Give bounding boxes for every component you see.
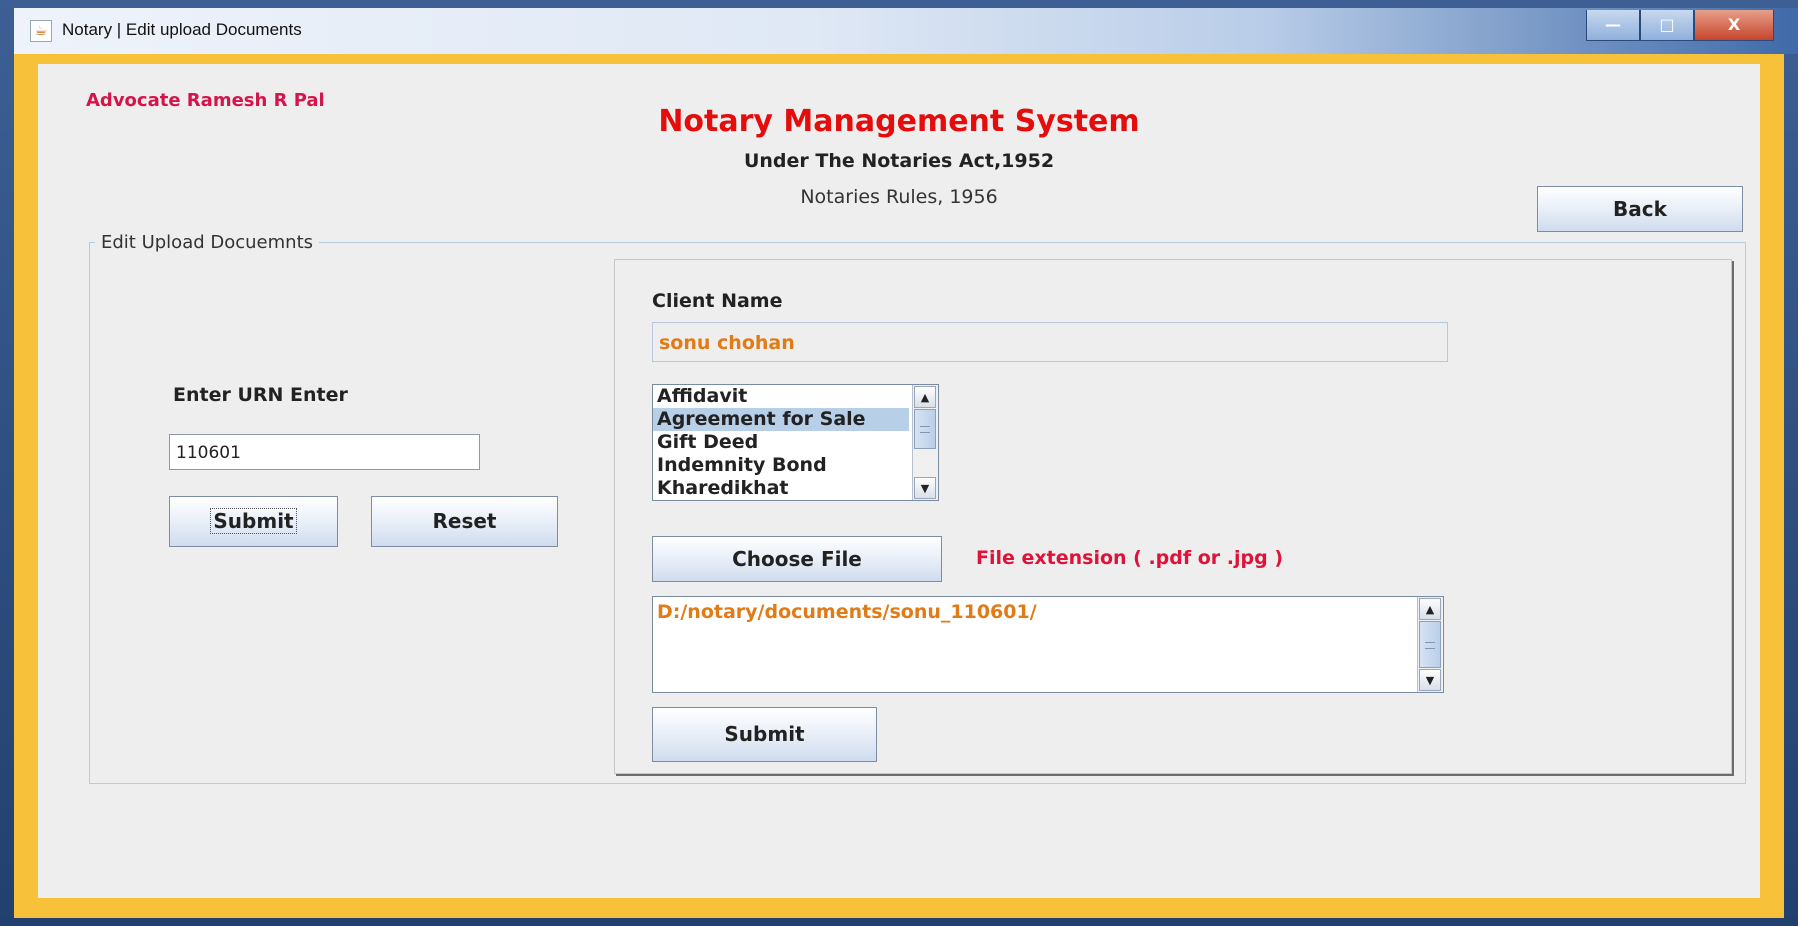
java-icon: ☕ (30, 20, 52, 42)
scroll-thumb[interactable] (1419, 621, 1441, 668)
title-bar[interactable]: ☕ Notary | Edit upload Documents — □ X (14, 8, 1798, 54)
window-controls: — □ X (1586, 10, 1774, 41)
document-type-list[interactable]: Affidavit Agreement for Sale Gift Deed I… (652, 384, 939, 501)
textarea-scrollbar[interactable]: ▲ ▼ (1417, 597, 1443, 692)
urn-submit-button[interactable]: Submit (169, 496, 338, 547)
file-path-text: D:/notary/documents/sonu_110601/ (657, 601, 1037, 623)
file-path-textarea[interactable]: D:/notary/documents/sonu_110601/ ▲ ▼ (652, 596, 1444, 693)
file-extension-note: File extension ( .pdf or .jpg ) (976, 547, 1284, 569)
list-item[interactable]: Affidavit (653, 385, 909, 408)
list-item[interactable]: Indemnity Bond (653, 454, 909, 477)
window-title: Notary | Edit upload Documents (62, 20, 302, 39)
rules-subtitle: Notaries Rules, 1956 (800, 186, 998, 208)
scroll-down-icon[interactable]: ▼ (914, 477, 936, 499)
upload-submit-button[interactable]: Submit (652, 707, 877, 762)
scroll-up-icon[interactable]: ▲ (1419, 598, 1441, 620)
list-scrollbar[interactable]: ▲ ▼ (912, 385, 938, 500)
scroll-down-icon[interactable]: ▼ (1419, 669, 1441, 691)
application-window: ☕ Notary | Edit upload Documents — □ X A… (0, 0, 1798, 926)
reset-button[interactable]: Reset (371, 496, 558, 547)
list-item-selected[interactable]: Agreement for Sale (653, 408, 909, 431)
window-frame: Advocate Ramesh R Pal Notary Management … (14, 54, 1784, 918)
app-title: Notary Management System (658, 104, 1140, 139)
client-name-label: Client Name (652, 290, 783, 312)
maximize-button[interactable]: □ (1640, 10, 1694, 41)
minimize-button[interactable]: — (1586, 10, 1640, 41)
act-subtitle: Under The Notaries Act,1952 (743, 150, 1055, 172)
scroll-up-icon[interactable]: ▲ (914, 386, 936, 408)
list-item[interactable]: Kharedikhat (653, 477, 909, 500)
close-button[interactable]: X (1694, 10, 1774, 41)
urn-input[interactable]: 110601 (169, 434, 480, 470)
group-title: Edit Upload Docuemnts (95, 232, 320, 253)
back-button[interactable]: Back (1537, 186, 1743, 232)
list-item[interactable]: Gift Deed (653, 431, 909, 454)
content-pane: Advocate Ramesh R Pal Notary Management … (38, 64, 1760, 898)
scroll-thumb[interactable] (914, 409, 936, 449)
choose-file-button[interactable]: Choose File (652, 536, 942, 582)
urn-label: Enter URN Enter (173, 384, 348, 406)
urn-submit-label: Submit (210, 508, 297, 534)
client-name-field: sonu chohan (652, 322, 1448, 362)
